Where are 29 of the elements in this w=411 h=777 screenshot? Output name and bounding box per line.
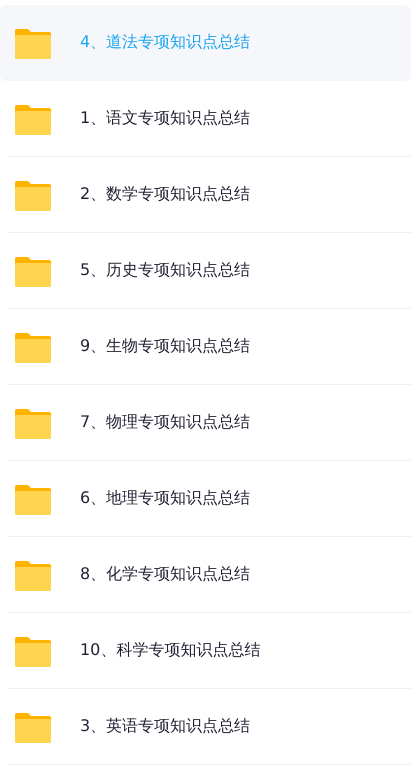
folder-icon	[15, 558, 51, 590]
folder-item[interactable]: 3、英语专项知识点总结	[8, 689, 411, 765]
folder-name: 2、数学专项知识点总结	[80, 184, 250, 205]
folder-icon	[15, 710, 51, 742]
folder-name: 1、语文专项知识点总结	[80, 108, 250, 129]
folder-name: 9、生物专项知识点总结	[80, 336, 250, 357]
folder-item[interactable]: 9、生物专项知识点总结	[8, 309, 411, 385]
folder-item[interactable]: 7、物理专项知识点总结	[8, 385, 411, 461]
folder-item[interactable]: 8、化学专项知识点总结	[8, 537, 411, 613]
folder-icon	[15, 406, 51, 438]
folder-name: 3、英语专项知识点总结	[80, 716, 250, 737]
folder-name: 5、历史专项知识点总结	[80, 260, 250, 281]
folder-name: 8、化学专项知识点总结	[80, 564, 250, 585]
folder-icon	[15, 26, 51, 58]
folder-icon	[15, 330, 51, 362]
folder-name: 6、地理专项知识点总结	[80, 488, 250, 509]
folder-item[interactable]: 1、语文专项知识点总结	[8, 81, 411, 157]
folder-name: 4、道法专项知识点总结	[80, 32, 250, 53]
folder-name: 7、物理专项知识点总结	[80, 412, 250, 433]
folder-item[interactable]: 5、历史专项知识点总结	[8, 233, 411, 309]
folder-icon	[15, 482, 51, 514]
folder-name: 10、科学专项知识点总结	[80, 640, 260, 661]
folder-item[interactable]: 10、科学专项知识点总结	[8, 613, 411, 689]
folder-icon	[15, 102, 51, 134]
folder-item[interactable]: 2、数学专项知识点总结	[8, 157, 411, 233]
folder-icon	[15, 634, 51, 666]
folder-item[interactable]: 6、地理专项知识点总结	[8, 461, 411, 537]
folder-icon	[15, 178, 51, 210]
folder-icon	[15, 254, 51, 286]
